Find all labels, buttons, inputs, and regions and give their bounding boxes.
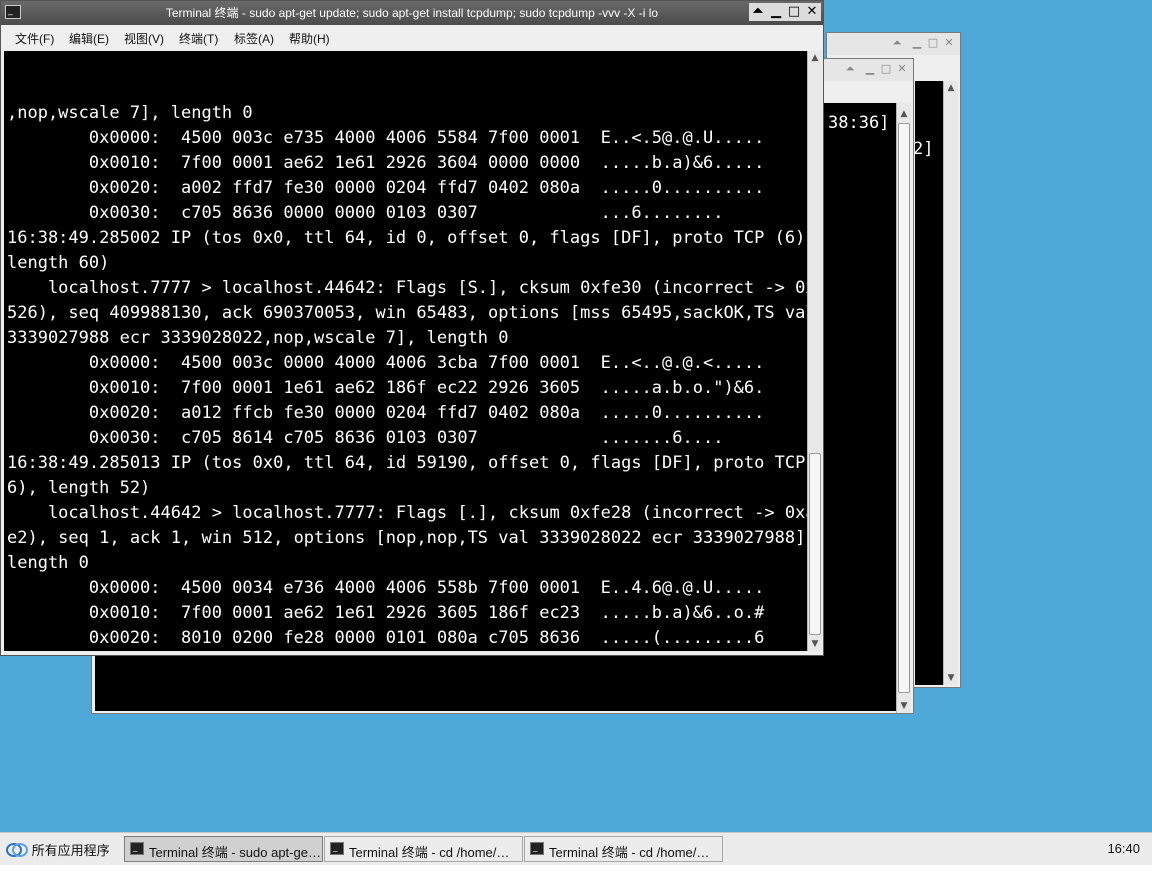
terminal-line: localhost.7777 > localhost.44642: Flags … [7,278,807,298]
taskbar-item[interactable]: _ Terminal 终端 - cd /home/… [324,836,523,862]
minimize-icon[interactable]: ▁ [767,3,785,21]
maximize-icon[interactable]: □ [880,63,892,75]
close-icon[interactable]: ✕ [896,63,908,75]
menu-edit[interactable]: 编辑(E) [69,30,109,47]
scroll-down-icon[interactable]: ▼ [808,637,822,651]
maximize-icon[interactable]: □ [927,37,939,49]
menu-terminal[interactable]: 终端(T) [179,30,218,47]
terminal-line: ,nop,wscale 7], length 0 [7,103,253,123]
scroll-down-icon[interactable]: ▼ [944,671,958,685]
terminal-icon: _ [330,842,344,855]
restore-icon[interactable]: ⏶ [891,37,903,49]
taskbar: 所有应用程序 _ Terminal 终端 - sudo apt-ge… _ Te… [0,832,1152,865]
bottom-strip [0,865,1152,896]
maximize-icon[interactable]: □ [785,3,803,21]
terminal-line: 0x0030: c705 8636 0000 0000 0103 0307 ..… [7,203,724,223]
terminal-icon: _ [130,842,144,855]
scrollbar[interactable]: ▲ ▼ [943,81,958,685]
menu-bar: 文件(F) 编辑(E) 视图(V) 终端(T) 标签(A) 帮助(H) [1,25,823,49]
terminal-line: 0x0020: 8010 0200 fe28 0000 0101 080a c7… [7,628,765,648]
applications-menu-button[interactable]: 所有应用程序 [6,840,110,859]
title-bar[interactable]: _ Terminal 终端 - sudo apt-get update; sud… [1,1,823,25]
menu-view[interactable]: 视图(V) [124,30,164,47]
clock[interactable]: 16:40 [1107,841,1140,856]
terminal-window-main[interactable]: _ Terminal 终端 - sudo apt-get update; sud… [0,0,824,656]
scroll-up-icon[interactable]: ▲ [808,51,822,65]
terminal-line: 3339027988 ecr 3339028022,nop,wscale 7],… [7,328,509,348]
terminal-line: 38:36] [828,113,890,133]
menu-file[interactable]: 文件(F) [15,30,54,47]
terminal-icon: _ [530,842,544,855]
scroll-thumb[interactable] [898,123,910,693]
scroll-up-icon[interactable]: ▲ [897,107,911,121]
app-menu-logo-icon [6,843,28,857]
applications-menu-label: 所有应用程序 [31,843,110,858]
terminal-line: localhost.44642 > localhost.7777: Flags … [7,503,807,523]
scroll-down-icon[interactable]: ▼ [897,699,911,713]
terminal-line: 0x0030: c705 8614 c705 8636 0103 0307 ..… [7,428,724,448]
minimize-icon[interactable]: ▁ [864,63,876,75]
terminal-line: length 0 [7,553,89,573]
terminal-line: length 60) [7,253,110,273]
terminal-line: 0x0010: 7f00 0001 ae62 1e61 2926 3604 00… [7,153,765,173]
terminal-line: 0x0000: 4500 003c e735 4000 4006 5584 7f… [7,128,765,148]
menu-help[interactable]: 帮助(H) [289,30,330,47]
terminal-output[interactable]: 2] [915,81,943,685]
terminal-line: 0x0020: a002 ffd7 fe30 0000 0204 ffd7 04… [7,178,765,198]
terminal-lines: ,nop,wscale 7], length 0 0x0000: 4500 00… [4,101,807,651]
taskbar-item[interactable]: _ Terminal 终端 - sudo apt-ge… [124,836,323,862]
restore-icon[interactable]: ⏶ [844,63,856,75]
terminal-line: 0x0020: a012 ffcb fe30 0000 0204 ffd7 04… [7,403,765,423]
terminal-output[interactable]: ,nop,wscale 7], length 0 0x0000: 4500 00… [4,51,807,651]
taskbar-item-label: Terminal 终端 - cd /home/… [549,845,710,860]
terminal-line: 2] [915,139,934,159]
close-icon[interactable]: ✕ [803,3,821,21]
terminal-line: e2), seq 1, ack 1, win 512, options [nop… [7,528,807,548]
scroll-thumb[interactable] [809,453,821,635]
minimize-icon[interactable]: ▁ [911,37,923,49]
terminal-line: 6), length 52) [7,478,151,498]
scroll-up-icon[interactable]: ▲ [944,81,958,95]
terminal-line: 16:38:49.285013 IP (tos 0x0, ttl 64, id … [7,453,807,473]
terminal-line: 16:38:49.285002 IP (tos 0x0, ttl 64, id … [7,228,807,248]
taskbar-item-label: Terminal 终端 - cd /home/… [349,845,510,860]
terminal-line: 0x0000: 4500 003c 0000 4000 4006 3cba 7f… [7,353,765,373]
terminal-line: 526), seq 409988130, ack 690370053, win … [7,303,807,323]
terminal-line: 0x0010: 7f00 0001 1e61 ae62 186f ec22 29… [7,378,765,398]
taskbar-item-label: Terminal 终端 - sudo apt-ge… [149,845,321,860]
terminal-line: 0x0000: 4500 0034 e736 4000 4006 558b 7f… [7,578,765,598]
window-title: Terminal 终端 - sudo apt-get update; sudo … [165,6,659,20]
restore-icon[interactable]: ⏶ [749,3,767,21]
terminal-line: 0x0010: 7f00 0001 ae62 1e61 2926 3605 18… [7,603,765,623]
close-icon[interactable]: ✕ [943,37,955,49]
scrollbar[interactable]: ▲ ▼ [896,103,911,713]
taskbar-item[interactable]: _ Terminal 终端 - cd /home/… [524,836,723,862]
scrollbar[interactable]: ▲ ▼ [807,51,822,651]
menu-tabs[interactable]: 标签(A) [234,30,274,47]
